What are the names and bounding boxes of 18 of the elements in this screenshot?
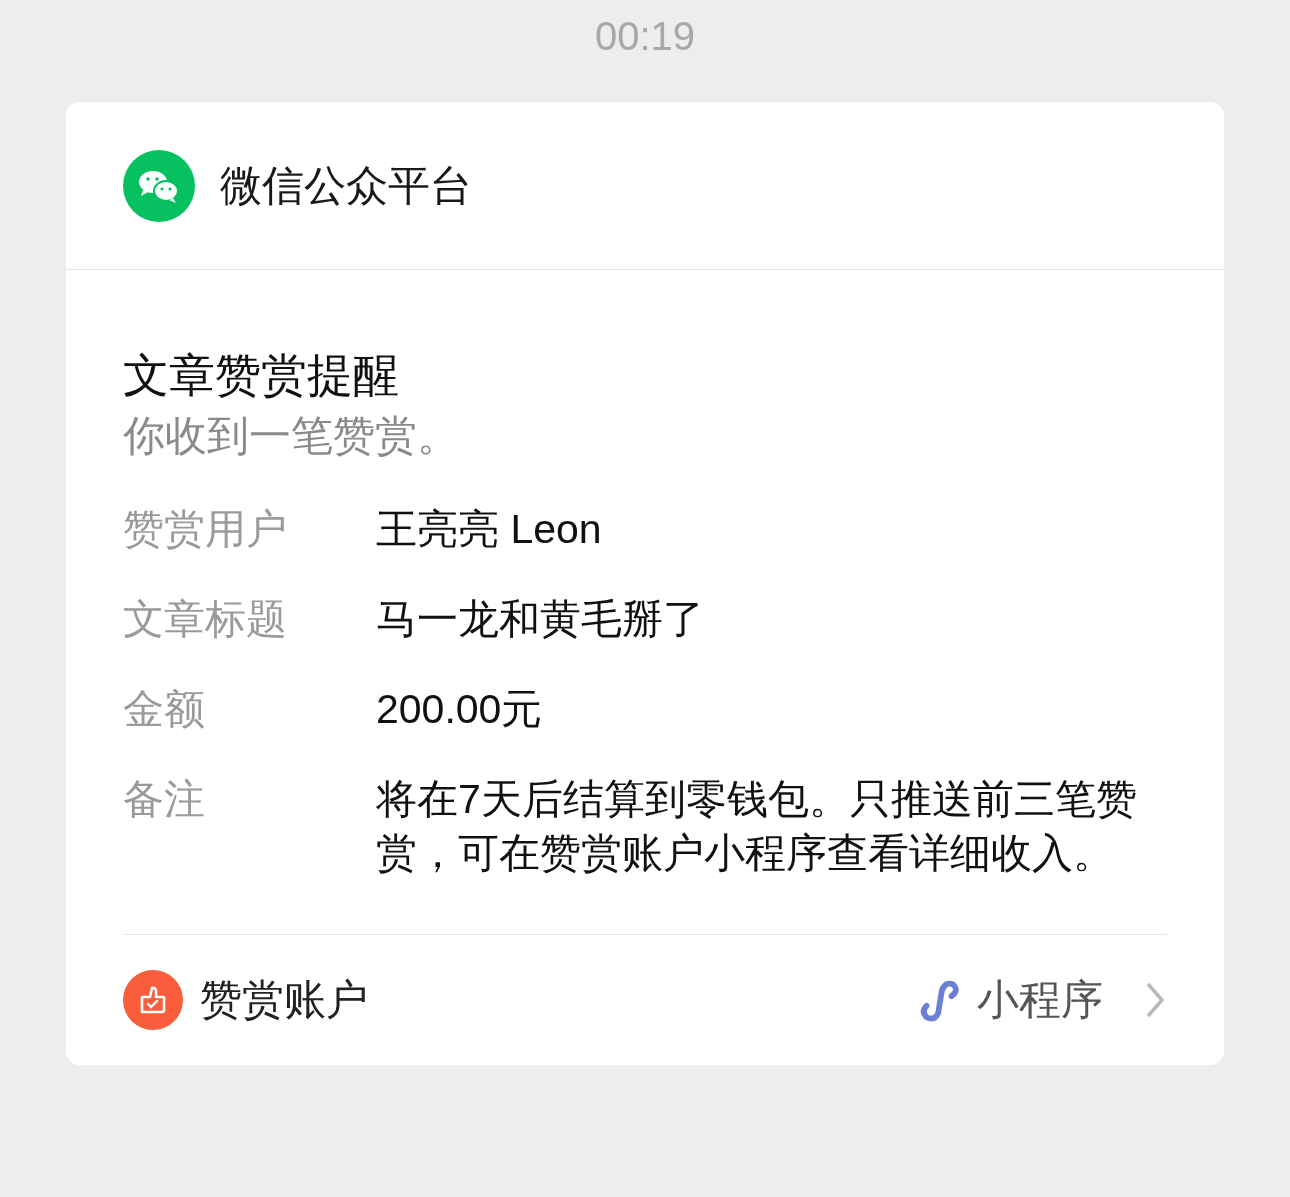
- field-label: 赞赏用户: [123, 505, 288, 554]
- field-value: 200.00元: [376, 685, 544, 734]
- message-card[interactable]: 微信公众平台 文章赞赏提醒 你收到一笔赞赏。 赞赏用户 王亮亮 Leon 文章标题 马一龙和黄毛掰了 金额 200.00元 备注 将在7天后结算到零钱包。只推送前三笔赞赏，可在赞赏账户小程序查看详细收入。 赞赏账户 小程序: [66, 102, 1224, 1065]
- chevron-right-icon: [1145, 981, 1165, 1019]
- field-value: 王亮亮 Leon: [376, 505, 603, 554]
- thumbs-up-icon: [123, 970, 183, 1030]
- field-label: 备注: [123, 775, 206, 824]
- field-label: 金额: [123, 685, 206, 734]
- mini-program-label: 小程序: [977, 975, 1103, 1025]
- message-time: 00:19: [593, 13, 697, 60]
- field-label: 文章标题: [123, 595, 288, 644]
- notice-title: 文章赞赏提醒: [123, 348, 400, 403]
- source-name: 赞赏账户: [200, 975, 368, 1025]
- chat-bubbles-icon: [123, 149, 195, 222]
- field-value: 将在7天后结算到零钱包。只推送前三笔赞赏，可在赞赏账户小程序查看详细收入。: [376, 775, 1138, 878]
- field-value: 马一龙和黄毛掰了: [376, 595, 705, 644]
- account-name: 微信公众平台: [220, 160, 472, 211]
- notice-subtitle: 你收到一笔赞赏。: [123, 411, 460, 461]
